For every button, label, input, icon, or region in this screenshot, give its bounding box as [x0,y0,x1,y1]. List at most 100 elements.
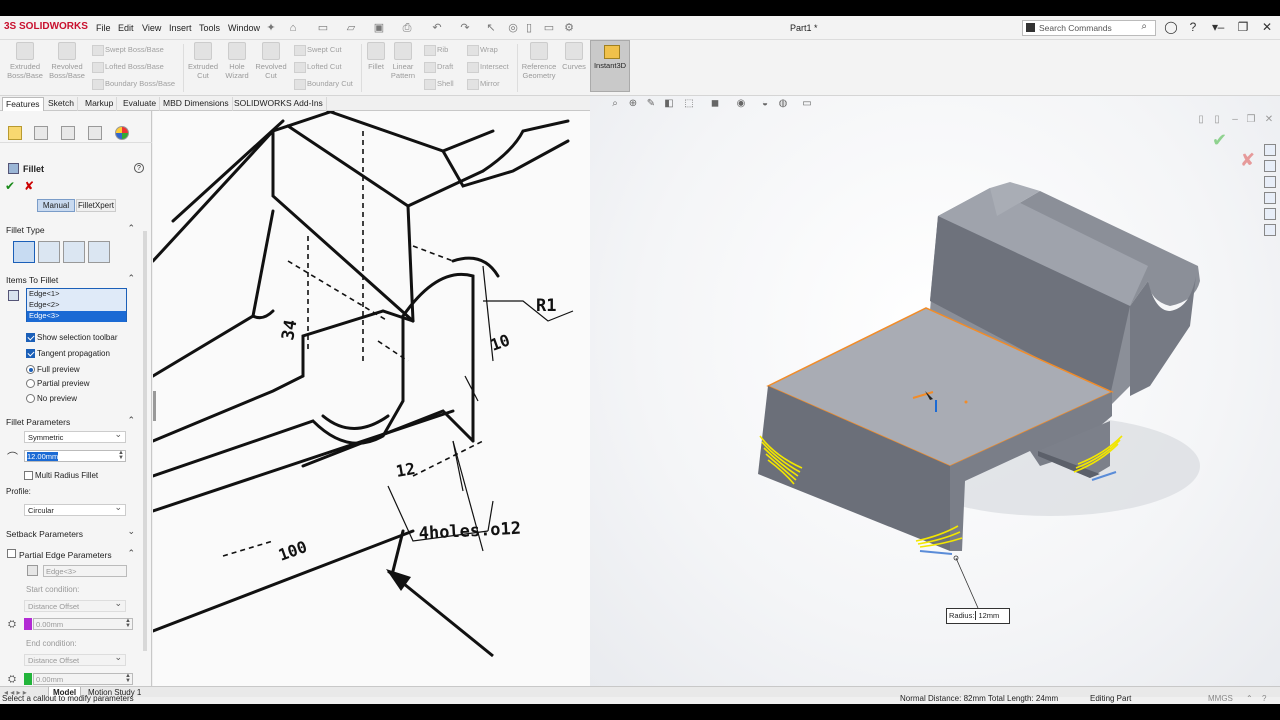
no-preview-radio[interactable] [26,394,35,403]
wrap-button[interactable]: Wrap [467,45,498,56]
measure-icon[interactable]: ▭ [542,21,556,35]
menu-insert[interactable]: Insert [169,23,192,33]
solidworks-logo[interactable]: 3S SOLIDWORKS [4,21,88,32]
redo-icon[interactable]: ↷ [458,21,472,35]
search-icon[interactable]: ⌕ [1141,21,1147,32]
shell-button[interactable]: Shell [424,79,454,90]
profile-select[interactable]: Circular [24,502,126,516]
curves-button[interactable]: Curves [560,42,588,71]
undo-icon[interactable]: ↶ [430,21,444,35]
view-palette-icon[interactable] [1264,192,1276,204]
save-icon[interactable]: ▣ [372,21,386,35]
viewport-close-icon[interactable]: ✕ [1262,114,1276,128]
multi-radius-checkbox[interactable] [24,471,33,480]
home-icon[interactable]: ⌂ [286,21,300,35]
select-icon[interactable]: ↖ [484,21,498,35]
partial-edge-checkbox[interactable] [7,549,16,558]
spin-arrows-icon[interactable]: ▲ ▼ [125,673,131,684]
show-selection-toolbar-checkbox[interactable] [26,333,35,342]
full-preview-radio[interactable] [26,365,35,374]
print-icon[interactable]: ⎙ [400,21,414,35]
swept-cut-button[interactable]: Swept Cut [294,45,342,56]
restore-window-button[interactable]: ❐ [1234,19,1252,35]
file-explorer-icon[interactable] [1264,176,1276,188]
expand-chevron-icon[interactable]: ⌄ [127,526,135,537]
custom-properties-icon[interactable] [1264,224,1276,236]
display-manager-tab-icon[interactable] [115,126,129,140]
tab-solidworks-addins[interactable]: SOLIDWORKS Add-Ins [231,97,327,111]
extruded-boss-button[interactable]: Extruded Boss/Base [6,42,44,80]
partial-preview-radio[interactable] [26,379,35,388]
tab-sketch[interactable]: Sketch [45,97,78,111]
feature-manager-tab-icon[interactable] [8,126,22,140]
reference-geometry-button[interactable]: Reference Geometry [519,42,559,80]
radius-input[interactable]: 12.00mm ▲ ▼ [24,450,126,462]
swept-boss-button[interactable]: Swept Boss/Base [92,45,164,56]
tab-mbd-dimensions[interactable]: MBD Dimensions [160,97,233,111]
tab-features[interactable]: Features [2,97,44,111]
menu-file[interactable]: File [96,23,111,33]
linear-pattern-button[interactable]: Linear Pattern [388,42,418,80]
splitter-handle[interactable] [153,391,156,421]
collapse-chevron-icon[interactable]: ⌃ [127,223,135,234]
help-icon[interactable]: ? [1184,19,1202,35]
end-condition-select[interactable]: Distance Offset [24,652,126,666]
list-item[interactable]: Edge<1> [27,289,126,300]
user-account-icon[interactable]: ◯ [1162,19,1180,35]
search-commands-input[interactable]: Search Commands ⌕ [1022,20,1156,36]
filletxpert-tab[interactable]: FilletXpert [76,199,116,212]
intersect-button[interactable]: Intersect [467,62,509,73]
pin-icon[interactable]: ✦ [264,21,278,35]
revolved-boss-button[interactable]: Revolved Boss/Base [48,42,86,80]
radius-callout-value[interactable]: 12mm [975,611,999,620]
face-fillet-icon[interactable] [63,241,85,263]
close-window-button[interactable]: ✕ [1258,19,1276,35]
menu-edit[interactable]: Edit [118,23,134,33]
variable-size-fillet-icon[interactable] [38,241,60,263]
new-icon[interactable]: ▭ [316,21,330,35]
end-offset-input[interactable]: 0.00mm ▲ ▼ [33,673,133,685]
appearances-icon[interactable] [1264,208,1276,220]
pm-scrollbar[interactable] [143,231,147,651]
configuration-manager-tab-icon[interactable] [61,126,75,140]
dimxpert-tab-icon[interactable] [88,126,102,140]
mirror-button[interactable]: Mirror [467,79,500,90]
part-model[interactable] [590,96,1260,686]
draft-button[interactable]: Draft [424,62,453,73]
help-icon[interactable]: ? [134,163,144,173]
tab-markup[interactable]: Markup [82,97,118,111]
cancel-x-icon[interactable]: ✘ [24,179,34,193]
edges-selection-list[interactable]: Edge<1> Edge<2> Edge<3> [26,288,127,322]
list-item[interactable]: Edge<3> [27,311,126,322]
manual-tab[interactable]: Manual [37,199,75,212]
partial-edge-field[interactable]: Edge<3> [43,565,127,577]
collapse-chevron-icon[interactable]: ⌃ [127,415,135,426]
minimize-window-button[interactable]: – [1212,19,1230,35]
menu-tools[interactable]: Tools [199,23,220,33]
solidworks-resources-icon[interactable] [1264,144,1276,156]
revolved-cut-button[interactable]: Revolved Cut [254,42,288,80]
graphics-area[interactable]: ⌕ ⊕ ✎ ◧ ⬚ ◼ ◉ ◒ ◍ ▭ ▯ ▯ – ❐ ✕ ✔ ✘ Radius… [590,96,1280,686]
list-item[interactable]: Edge<2> [27,300,126,311]
file-props-icon[interactable]: ▯ [522,21,536,35]
tab-evaluate[interactable]: Evaluate [120,97,161,111]
radius-callout[interactable]: Radius: 12mm [946,608,1010,624]
hole-wizard-button[interactable]: Hole Wizard [221,42,253,80]
menu-view[interactable]: View [142,23,161,33]
full-round-fillet-icon[interactable] [88,241,110,263]
fillet-button[interactable]: Fillet [364,42,388,71]
extruded-cut-button[interactable]: Extruded Cut [185,42,221,80]
open-icon[interactable]: ▱ [344,21,358,35]
units-indicator[interactable]: MMGS [1208,694,1233,703]
units-chevron-icon[interactable]: ⌃ [1246,694,1253,703]
design-library-icon[interactable] [1264,160,1276,172]
constant-size-fillet-icon[interactable] [13,241,35,263]
boundary-boss-button[interactable]: Boundary Boss/Base [92,79,175,90]
collapse-chevron-icon[interactable]: ⌃ [127,273,135,284]
start-offset-input[interactable]: 0.00mm ▲ ▼ [33,618,133,630]
rebuild-icon[interactable]: ◎ [506,21,520,35]
status-help-icon[interactable]: ? [1262,694,1266,703]
menu-window[interactable]: Window [228,23,260,33]
start-condition-select[interactable]: Distance Offset [24,598,126,612]
collapse-chevron-icon[interactable]: ⌃ [127,548,135,559]
